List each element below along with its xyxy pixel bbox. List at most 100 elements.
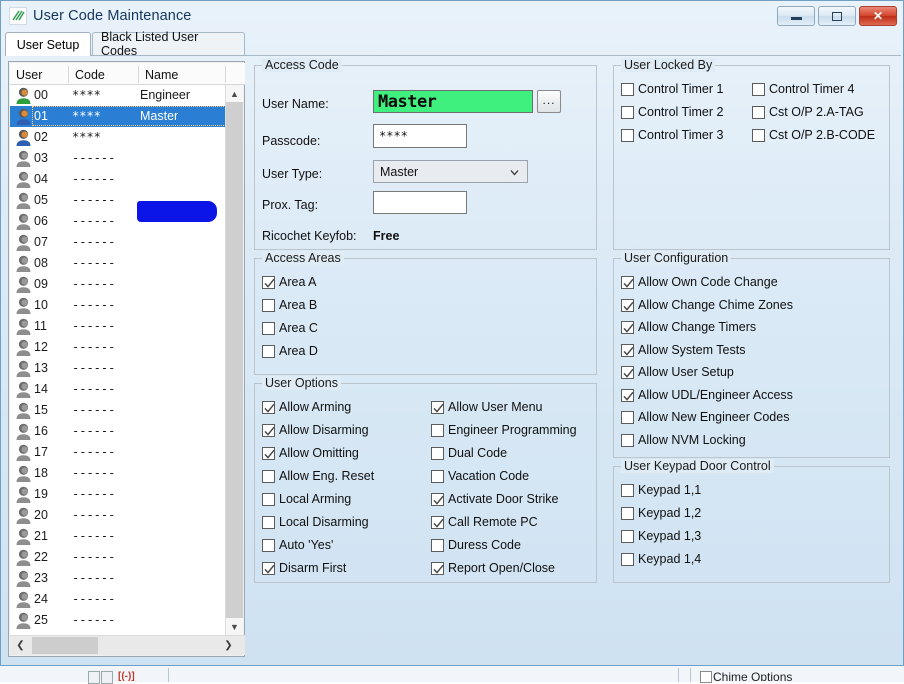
table-row[interactable]: 21------: [10, 526, 226, 547]
table-row[interactable]: 10------: [10, 295, 226, 316]
checkbox-unchecked-icon[interactable]: [621, 83, 634, 96]
user-config-checkbox-4[interactable]: Allow User Setup: [621, 365, 734, 380]
table-row[interactable]: 23------: [10, 568, 226, 589]
scroll-left-icon[interactable]: ❮: [12, 637, 29, 654]
table-row[interactable]: 17------: [10, 442, 226, 463]
column-header-name[interactable]: Name: [139, 65, 225, 84]
access-area-checkbox-2[interactable]: Area C: [262, 321, 318, 336]
checkbox-checked-icon[interactable]: [621, 344, 634, 357]
table-row[interactable]: 25------: [10, 610, 226, 631]
user-config-checkbox-6[interactable]: Allow New Engineer Codes: [621, 410, 789, 425]
table-row[interactable]: 18------: [10, 463, 226, 484]
scroll-down-icon[interactable]: ▼: [226, 618, 243, 635]
checkbox-unchecked-icon[interactable]: [752, 129, 765, 142]
table-row[interactable]: 11------: [10, 316, 226, 337]
browse-user-name-button[interactable]: ...: [537, 90, 561, 113]
user-config-checkbox-0[interactable]: Allow Own Code Change: [621, 275, 778, 290]
user-locked-checkbox-c1-2[interactable]: Control Timer 3: [621, 128, 723, 143]
checkbox-unchecked-icon[interactable]: [262, 516, 275, 529]
checkbox-checked-icon[interactable]: [262, 447, 275, 460]
checkbox-unchecked-icon[interactable]: [431, 539, 444, 552]
table-row[interactable]: 00****Engineer: [10, 85, 226, 106]
checkbox-unchecked-icon[interactable]: [621, 434, 634, 447]
checkbox-checked-icon[interactable]: [621, 366, 634, 379]
checkbox-checked-icon[interactable]: [431, 562, 444, 575]
table-row[interactable]: 12------: [10, 337, 226, 358]
title-bar[interactable]: User Code Maintenance ✕: [1, 1, 903, 32]
checkbox-unchecked-icon[interactable]: [262, 345, 275, 358]
user-option-checkbox-c1-1[interactable]: Allow Disarming: [262, 423, 369, 438]
checkbox-unchecked-icon[interactable]: [752, 106, 765, 119]
user-option-checkbox-c1-2[interactable]: Allow Omitting: [262, 446, 359, 461]
user-name-input[interactable]: Master: [373, 90, 533, 113]
user-option-checkbox-c2-5[interactable]: Call Remote PC: [431, 515, 538, 530]
checkbox-unchecked-icon[interactable]: [262, 493, 275, 506]
checkbox-unchecked-icon[interactable]: [621, 106, 634, 119]
tab-black-listed-user-codes[interactable]: Black Listed User Codes: [92, 32, 245, 55]
checkbox-unchecked-icon[interactable]: [621, 530, 634, 543]
user-list-vertical-scrollbar[interactable]: ▲ ▼: [225, 85, 243, 635]
table-row[interactable]: 03------: [10, 148, 226, 169]
user-list-body[interactable]: 00****Engineer01****Master02****03------…: [10, 85, 226, 635]
user-locked-checkbox-c2-2[interactable]: Cst O/P 2.B-CODE: [752, 128, 875, 143]
user-option-checkbox-c1-5[interactable]: Local Disarming: [262, 515, 369, 530]
checkbox-unchecked-icon[interactable]: [621, 411, 634, 424]
user-option-checkbox-c2-7[interactable]: Report Open/Close: [431, 561, 555, 576]
checkbox-checked-icon[interactable]: [262, 562, 275, 575]
checkbox-checked-icon[interactable]: [431, 401, 444, 414]
keypad-checkbox-0[interactable]: Keypad 1,1: [621, 483, 701, 498]
table-row[interactable]: 20------: [10, 505, 226, 526]
user-config-checkbox-7[interactable]: Allow NVM Locking: [621, 433, 746, 448]
user-config-checkbox-5[interactable]: Allow UDL/Engineer Access: [621, 388, 793, 403]
table-row[interactable]: 04------: [10, 169, 226, 190]
table-row[interactable]: 24------: [10, 589, 226, 610]
user-type-select[interactable]: Master: [373, 160, 528, 183]
table-row[interactable]: 01****Master: [10, 106, 226, 127]
checkbox-unchecked-icon[interactable]: [262, 539, 275, 552]
table-row[interactable]: 07------: [10, 232, 226, 253]
minimize-button[interactable]: [777, 6, 815, 26]
checkbox-checked-icon[interactable]: [431, 493, 444, 506]
checkbox-checked-icon[interactable]: [621, 299, 634, 312]
checkbox-checked-icon[interactable]: [262, 401, 275, 414]
keypad-checkbox-3[interactable]: Keypad 1,4: [621, 552, 701, 567]
user-option-checkbox-c1-3[interactable]: Allow Eng. Reset: [262, 469, 374, 484]
table-row[interactable]: 15------: [10, 400, 226, 421]
checkbox-unchecked-icon[interactable]: [262, 470, 275, 483]
checkbox-unchecked-icon[interactable]: [621, 129, 634, 142]
column-header-code[interactable]: Code: [69, 65, 138, 84]
user-option-checkbox-c2-1[interactable]: Engineer Programming: [431, 423, 577, 438]
user-list-horizontal-scrollbar[interactable]: ❮ ❯: [10, 635, 245, 655]
maximize-button[interactable]: [818, 6, 856, 26]
checkbox-unchecked-icon[interactable]: [262, 322, 275, 335]
access-area-checkbox-3[interactable]: Area D: [262, 344, 318, 359]
user-locked-checkbox-c2-0[interactable]: Control Timer 4: [752, 82, 854, 97]
checkbox-checked-icon[interactable]: [621, 389, 634, 402]
user-config-checkbox-2[interactable]: Allow Change Timers: [621, 320, 756, 335]
user-config-checkbox-1[interactable]: Allow Change Chime Zones: [621, 298, 793, 313]
user-option-checkbox-c2-3[interactable]: Vacation Code: [431, 469, 529, 484]
table-row[interactable]: 08------: [10, 253, 226, 274]
user-option-checkbox-c1-6[interactable]: Auto 'Yes': [262, 538, 333, 553]
checkbox-unchecked-icon[interactable]: [262, 299, 275, 312]
checkbox-unchecked-icon[interactable]: [431, 447, 444, 460]
checkbox-unchecked-icon[interactable]: [752, 83, 765, 96]
checkbox-unchecked-icon[interactable]: [431, 470, 444, 483]
user-locked-checkbox-c2-1[interactable]: Cst O/P 2.A-TAG: [752, 105, 864, 120]
access-area-checkbox-0[interactable]: Area A: [262, 275, 317, 290]
table-row[interactable]: 14------: [10, 379, 226, 400]
table-row[interactable]: 16------: [10, 421, 226, 442]
table-row[interactable]: 22------: [10, 547, 226, 568]
table-row[interactable]: 19------: [10, 484, 226, 505]
user-config-checkbox-3[interactable]: Allow System Tests: [621, 343, 745, 358]
user-option-checkbox-c2-2[interactable]: Dual Code: [431, 446, 507, 461]
access-area-checkbox-1[interactable]: Area B: [262, 298, 317, 313]
user-option-checkbox-c2-0[interactable]: Allow User Menu: [431, 400, 542, 415]
user-locked-checkbox-c1-1[interactable]: Control Timer 2: [621, 105, 723, 120]
keypad-checkbox-2[interactable]: Keypad 1,3: [621, 529, 701, 544]
scroll-up-icon[interactable]: ▲: [226, 85, 243, 102]
user-locked-checkbox-c1-0[interactable]: Control Timer 1: [621, 82, 723, 97]
prox-tag-input[interactable]: [373, 191, 467, 214]
table-row[interactable]: 13------: [10, 358, 226, 379]
table-row[interactable]: 02****: [10, 127, 226, 148]
